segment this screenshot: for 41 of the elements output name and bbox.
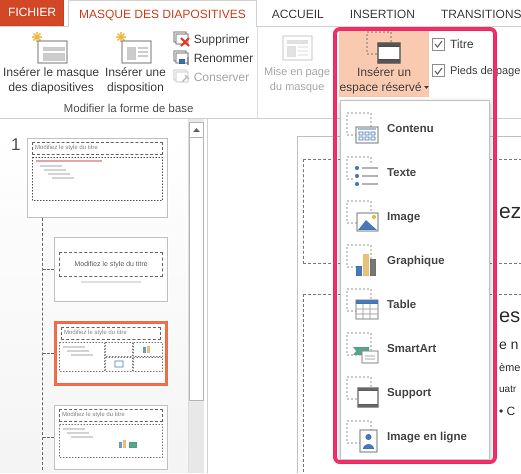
delete-slide-icon	[172, 31, 191, 47]
menu-item[interactable]: Graphique	[341, 239, 489, 283]
ribbon-button[interactable]: Insérer le masque des diapositives	[0, 27, 102, 103]
picture-placeholder-icon	[346, 200, 380, 234]
checkbox[interactable]	[432, 38, 445, 50]
checkbox[interactable]	[432, 64, 445, 77]
menu-item[interactable]: SmartArt	[341, 327, 489, 371]
slide-body-text: uatr	[499, 384, 518, 396]
menu-item[interactable]: Table	[341, 283, 489, 327]
menu-item[interactable]: Support	[341, 371, 489, 415]
ribbon-button[interactable]: Supprimer	[172, 31, 254, 47]
film-placeholder-icon	[346, 376, 380, 410]
grid-placeholder-icon	[346, 112, 380, 146]
menu-item[interactable]: Contenu	[341, 107, 489, 151]
ribbon-tab[interactable]: INSERTION	[338, 0, 426, 26]
scroll-up-arrow-icon	[193, 128, 200, 132]
menu-item[interactable]: Texte	[341, 151, 489, 195]
group-label: Modifier la forme de base	[62, 103, 194, 117]
slide-body-text: • C	[499, 405, 516, 419]
ribbon-tab[interactable]: MASQUE DES DIAPOSITIVES	[68, 0, 257, 27]
rename-slide-icon	[172, 50, 191, 66]
scrollbar-thumb[interactable]	[189, 138, 204, 401]
pin-slide-icon	[172, 69, 191, 85]
slide-number: 1	[10, 136, 22, 154]
ribbon-tab[interactable]: TRANSITIONS	[430, 0, 521, 26]
slide-body-text: ème	[499, 362, 521, 374]
menu-item[interactable]: Image	[341, 195, 489, 239]
person-picture-placeholder-icon	[346, 420, 380, 454]
ribbon-button[interactable]: Insérer une disposition	[102, 27, 169, 103]
diagram-placeholder-icon	[346, 332, 380, 366]
caret-icon	[424, 86, 429, 90]
checkbox-label: Titre	[450, 37, 474, 51]
table-placeholder-icon	[346, 288, 380, 322]
ribbon-tab[interactable]: ACCUEIL	[260, 0, 335, 26]
menu-item[interactable]: Image en ligne	[341, 415, 489, 459]
slide-title-text: ez	[499, 200, 521, 224]
slide-body-text: es	[499, 305, 521, 327]
slide-body-text: e n	[499, 337, 520, 352]
ribbon-button[interactable]: Renommer	[172, 50, 254, 66]
file-tab[interactable]: FICHIER	[0, 0, 64, 26]
scroll-up-button[interactable]	[189, 122, 204, 138]
